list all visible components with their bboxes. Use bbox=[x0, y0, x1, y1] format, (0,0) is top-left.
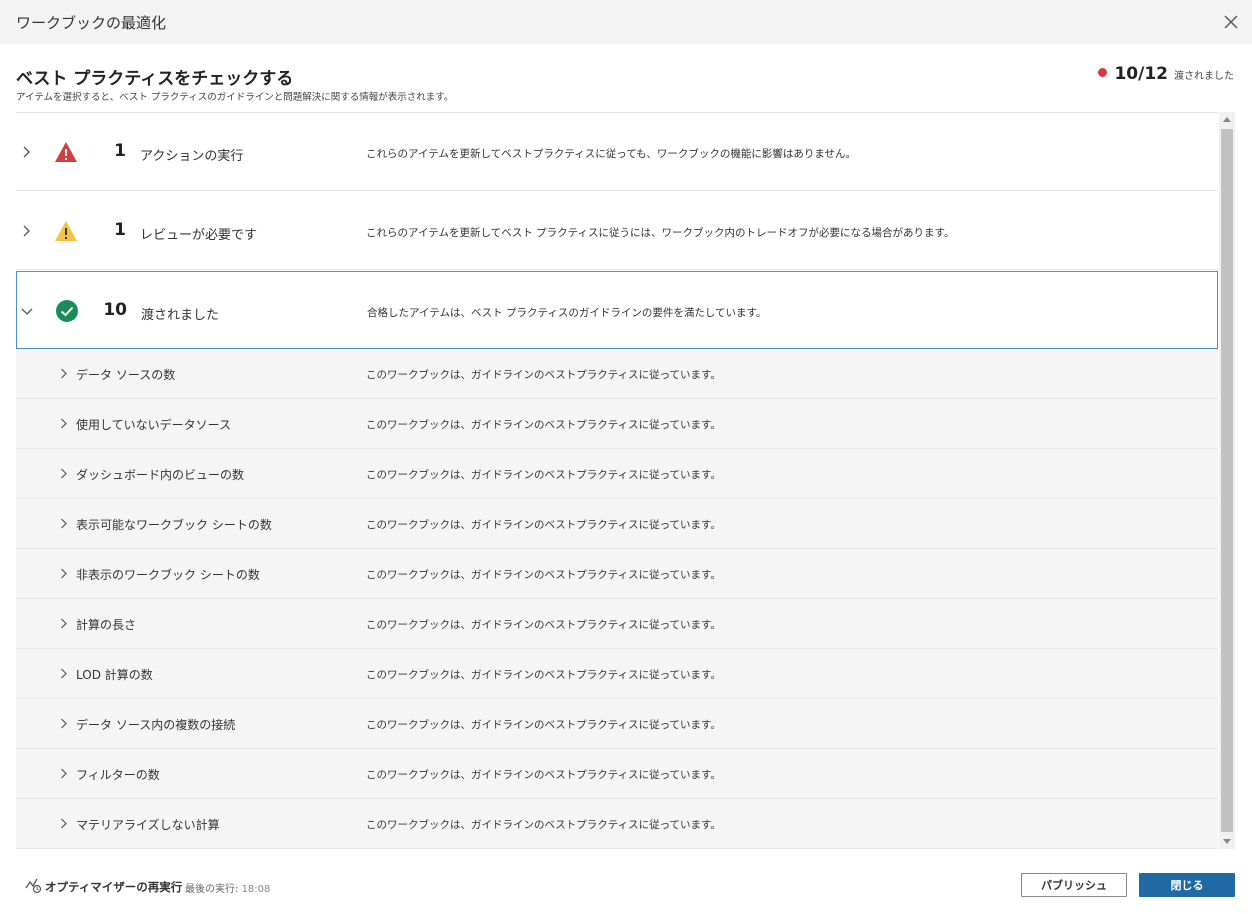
passed-item-description: このワークブックは、ガイドラインのベストプラクティスに従っています。 bbox=[366, 769, 722, 781]
passed-item[interactable]: 非表示のワークブック シートの数 このワークブックは、ガイドラインのベストプラク… bbox=[16, 549, 1218, 599]
scroll-down-arrow-icon[interactable] bbox=[1223, 839, 1231, 844]
group-passed[interactable]: 10 渡されました 合格したアイテムは、ベスト プラクティスのガイドラインの要件… bbox=[16, 271, 1218, 349]
error-triangle-icon bbox=[54, 140, 78, 164]
rerun-icon bbox=[24, 876, 42, 898]
group-action-required[interactable]: 1 アクションの実行 これらのアイテムを更新してベストプラクティスに従っても、ワ… bbox=[16, 113, 1218, 191]
passed-item-label: データ ソース内の複数の接続 bbox=[76, 718, 236, 732]
chevron-right-icon bbox=[20, 145, 32, 159]
chevron-right-icon bbox=[58, 767, 68, 779]
rerun-label: オプティマイザーの再実行 bbox=[45, 880, 183, 894]
chevron-right-icon bbox=[58, 467, 68, 479]
passed-item-label: マテリアライズしない計算 bbox=[76, 818, 220, 832]
chevron-right-icon bbox=[20, 224, 32, 238]
last-run-label: 最後の実行: bbox=[185, 884, 239, 895]
section-subtitle: アイテムを選択すると、ベスト プラクティスのガイドラインと問題解決に関する情報が… bbox=[16, 92, 454, 103]
passed-item-description: このワークブックは、ガイドラインのベストプラクティスに従っています。 bbox=[366, 469, 722, 481]
chevron-right-icon bbox=[58, 417, 68, 429]
passed-item-description: このワークブックは、ガイドラインのベストプラクティスに従っています。 bbox=[366, 619, 722, 631]
scroll-up-arrow-icon[interactable] bbox=[1223, 117, 1231, 122]
scrollbar-thumb[interactable] bbox=[1221, 129, 1233, 832]
passed-item[interactable]: データ ソースの数 このワークブックは、ガイドラインのベストプラクティスに従って… bbox=[16, 349, 1218, 399]
passed-item-description: このワークブックは、ガイドラインのベストプラクティスに従っています。 bbox=[366, 819, 722, 831]
dialog-title-bar: ワークブックの最適化 bbox=[0, 0, 1252, 44]
passed-item[interactable]: マテリアライズしない計算 このワークブックは、ガイドラインのベストプラクティスに… bbox=[16, 799, 1218, 849]
passed-item-label: 計算の長さ bbox=[76, 618, 137, 632]
score-label: 渡されました bbox=[1174, 71, 1234, 82]
check-circle-icon bbox=[55, 299, 79, 323]
close-button[interactable]: 閉じる bbox=[1139, 873, 1235, 897]
group-label: レビューが必要です bbox=[140, 228, 258, 243]
group-description: これらのアイテムを更新してベストプラクティスに従っても、ワークブックの機能に影響… bbox=[366, 148, 857, 160]
publish-button[interactable]: パブリッシュ bbox=[1021, 873, 1127, 897]
passed-item[interactable]: 表示可能なワークブック シートの数 このワークブックは、ガイドラインのベストプラ… bbox=[16, 499, 1218, 549]
group-count: 10 bbox=[103, 300, 127, 320]
passed-item[interactable]: フィルターの数 このワークブックは、ガイドラインのベストプラクティスに従っていま… bbox=[16, 749, 1218, 799]
chevron-right-icon bbox=[58, 367, 68, 379]
passed-item[interactable]: データ ソース内の複数の接続 このワークブックは、ガイドラインのベストプラクティ… bbox=[16, 699, 1218, 749]
close-icon[interactable] bbox=[1220, 11, 1242, 33]
chevron-right-icon bbox=[58, 817, 68, 829]
group-count: 1 bbox=[114, 141, 126, 161]
chevron-right-icon bbox=[58, 617, 68, 629]
passed-item[interactable]: 使用していないデータソース このワークブックは、ガイドラインのベストプラクティス… bbox=[16, 399, 1218, 449]
chevron-right-icon bbox=[58, 567, 68, 579]
passed-item-label: 表示可能なワークブック シートの数 bbox=[76, 518, 272, 532]
passed-item-description: このワークブックは、ガイドラインのベストプラクティスに従っています。 bbox=[366, 669, 722, 681]
section-title: ベスト プラクティスをチェックする bbox=[16, 69, 294, 89]
group-review-needed[interactable]: 1 レビューが必要です これらのアイテムを更新してベスト プラクティスに従うには… bbox=[16, 192, 1218, 270]
passed-item-description: このワークブックは、ガイドラインのベストプラクティスに従っています。 bbox=[366, 519, 722, 531]
passed-item[interactable]: 計算の長さ このワークブックは、ガイドラインのベストプラクティスに従っています。 bbox=[16, 599, 1218, 649]
passed-item-description: このワークブックは、ガイドラインのベストプラクティスに従っています。 bbox=[366, 719, 722, 731]
score-summary: 10/12 渡されました bbox=[1098, 64, 1234, 84]
passed-item-label: フィルターの数 bbox=[76, 768, 160, 782]
group-label: アクションの実行 bbox=[140, 149, 244, 164]
passed-item[interactable]: LOD 計算の数 このワークブックは、ガイドラインのベストプラクティスに従ってい… bbox=[16, 649, 1218, 699]
group-description: 合格したアイテムは、ベスト プラクティスのガイドラインの要件を満たしています。 bbox=[367, 307, 767, 319]
passed-item-description: このワークブックは、ガイドラインのベストプラクティスに従っています。 bbox=[366, 569, 722, 581]
passed-item-label: LOD 計算の数 bbox=[76, 668, 153, 682]
passed-item-label: 使用していないデータソース bbox=[76, 418, 232, 432]
group-count: 1 bbox=[114, 220, 126, 240]
status-dot-icon bbox=[1098, 68, 1108, 77]
passed-item-label: データ ソースの数 bbox=[76, 368, 176, 382]
chevron-right-icon bbox=[58, 667, 68, 679]
passed-item[interactable]: ダッシュボード内のビューの数 このワークブックは、ガイドラインのベストプラクティ… bbox=[16, 449, 1218, 499]
passed-item-label: 非表示のワークブック シートの数 bbox=[76, 568, 260, 582]
rerun-optimizer-link[interactable]: オプティマイザーの再実行 bbox=[24, 876, 182, 898]
passed-item-description: このワークブックは、ガイドラインのベストプラクティスに従っています。 bbox=[366, 369, 722, 381]
score-value: 10/12 bbox=[1114, 64, 1168, 84]
group-description: これらのアイテムを更新してベスト プラクティスに従うには、ワークブック内のトレー… bbox=[366, 227, 955, 239]
list-scrollbar[interactable] bbox=[1219, 112, 1235, 849]
chevron-right-icon bbox=[58, 517, 68, 529]
last-run-info: 最後の実行: 18:08 bbox=[185, 880, 270, 895]
chevron-down-icon bbox=[21, 304, 33, 318]
passed-item-description: このワークブックは、ガイドラインのベストプラクティスに従っています。 bbox=[366, 419, 722, 431]
checks-list: 1 アクションの実行 これらのアイテムを更新してベストプラクティスに従っても、ワ… bbox=[16, 112, 1218, 849]
warning-triangle-icon bbox=[54, 219, 78, 243]
dialog-title: ワークブックの最適化 bbox=[16, 14, 167, 32]
last-run-time: 18:08 bbox=[241, 884, 271, 895]
group-label: 渡されました bbox=[141, 308, 220, 323]
chevron-right-icon bbox=[58, 717, 68, 729]
passed-item-label: ダッシュボード内のビューの数 bbox=[76, 468, 245, 482]
